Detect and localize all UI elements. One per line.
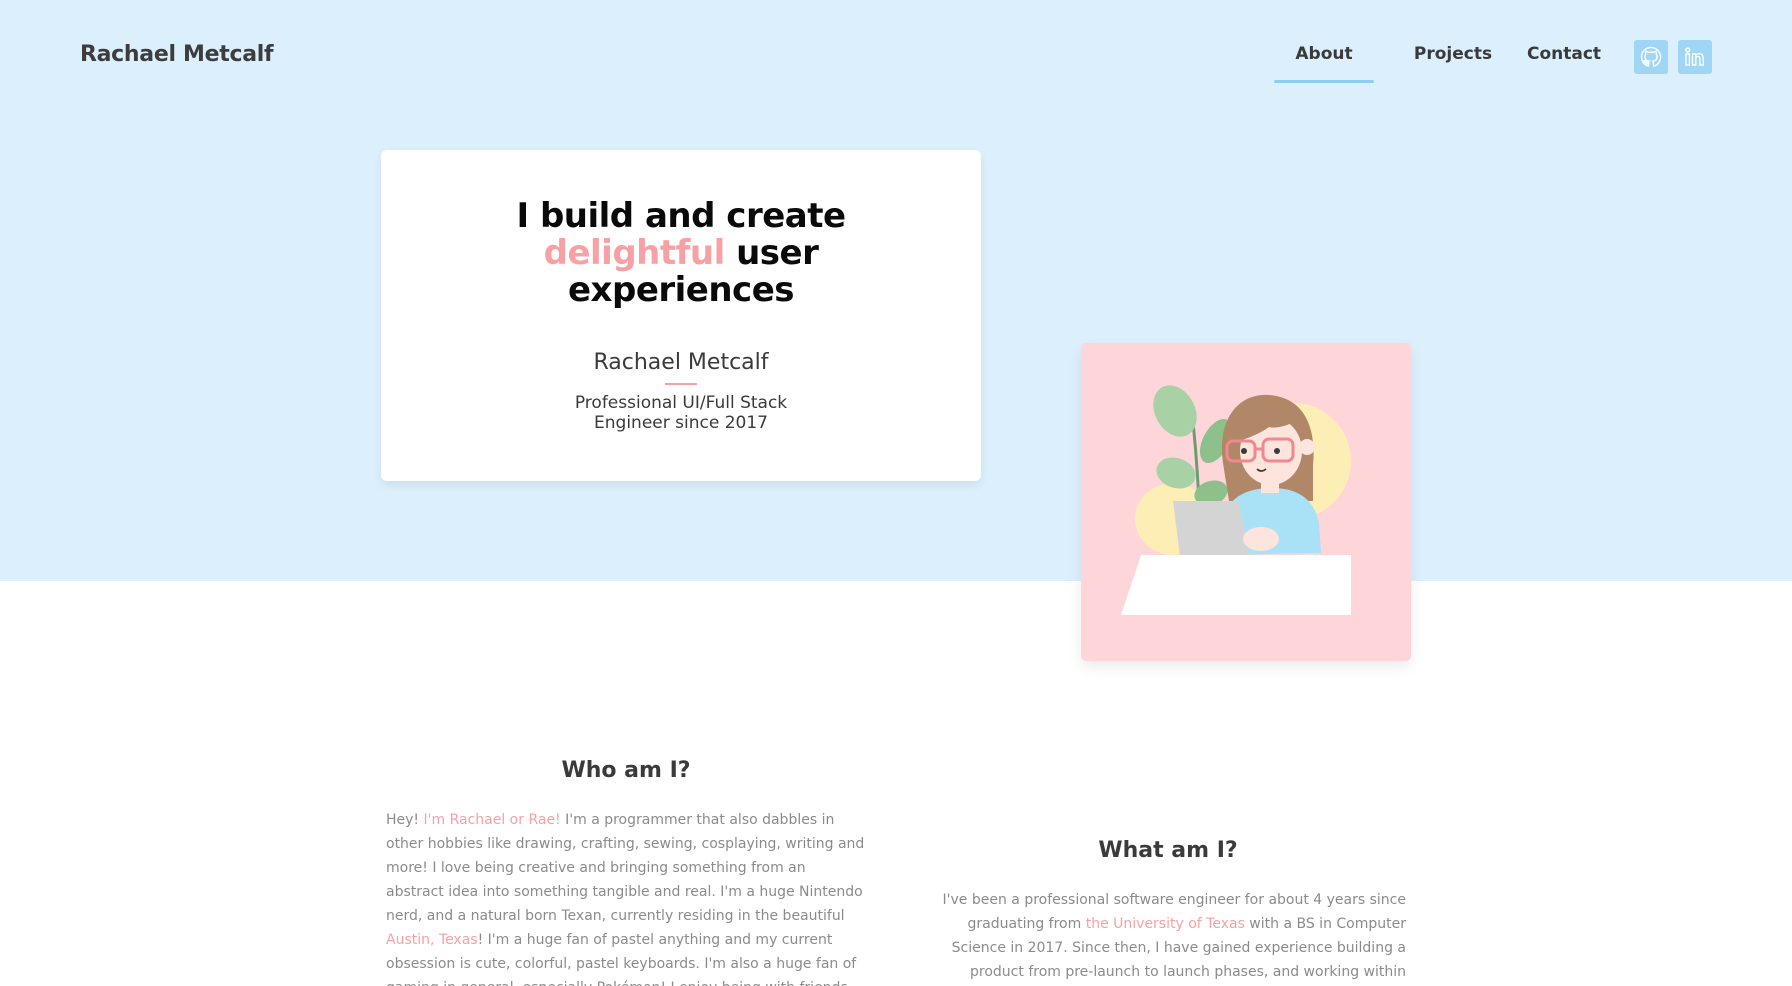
headline-accent: delightful — [543, 233, 726, 273]
nav-projects[interactable]: Projects — [1398, 44, 1508, 64]
girl-at-laptop-illustration-icon — [1121, 385, 1351, 615]
who-text-2: I'm a programmer that also dabbles in ot… — [386, 812, 865, 924]
name-divider — [665, 383, 697, 385]
headline-line-1: I build and create — [516, 196, 846, 236]
nav-contact[interactable]: Contact — [1520, 44, 1608, 64]
active-nav-indicator — [1274, 80, 1374, 83]
linkedin-icon — [1685, 47, 1704, 66]
what-link-ut[interactable]: the University of Texas — [1086, 916, 1245, 932]
headline-line-2: user — [724, 233, 819, 273]
site-brand[interactable]: Rachael Metcalf — [80, 42, 274, 67]
role-line-2: Engineer since 2017 — [594, 413, 768, 433]
what-title: What am I? — [1098, 838, 1238, 863]
github-icon — [1640, 46, 1662, 67]
intro-card: I build and create delightful user exper… — [381, 150, 981, 481]
linkedin-link[interactable] — [1678, 40, 1712, 74]
who-paragraph: Hey! I'm Rachael or Rae! I'm a programme… — [386, 808, 866, 986]
hero-role: Professional UI/Full Stack Engineer sinc… — [551, 393, 811, 433]
nav-about[interactable]: About — [1274, 44, 1374, 64]
who-title: Who am I? — [561, 758, 691, 783]
who-link-name[interactable]: I'm Rachael or Rae! — [424, 812, 561, 828]
hero-headline: I build and create delightful user exper… — [381, 198, 981, 309]
headline-line-3: experiences — [567, 270, 795, 310]
who-link-austin[interactable]: Austin, Texas — [386, 932, 478, 948]
what-paragraph: I've been a professional software engine… — [930, 888, 1406, 986]
hero-name: Rachael Metcalf — [593, 350, 769, 375]
who-text-1: Hey! — [386, 812, 424, 828]
github-link[interactable] — [1634, 40, 1668, 74]
role-line-1: Professional UI/Full Stack — [574, 393, 788, 413]
avatar-card — [1081, 343, 1411, 661]
